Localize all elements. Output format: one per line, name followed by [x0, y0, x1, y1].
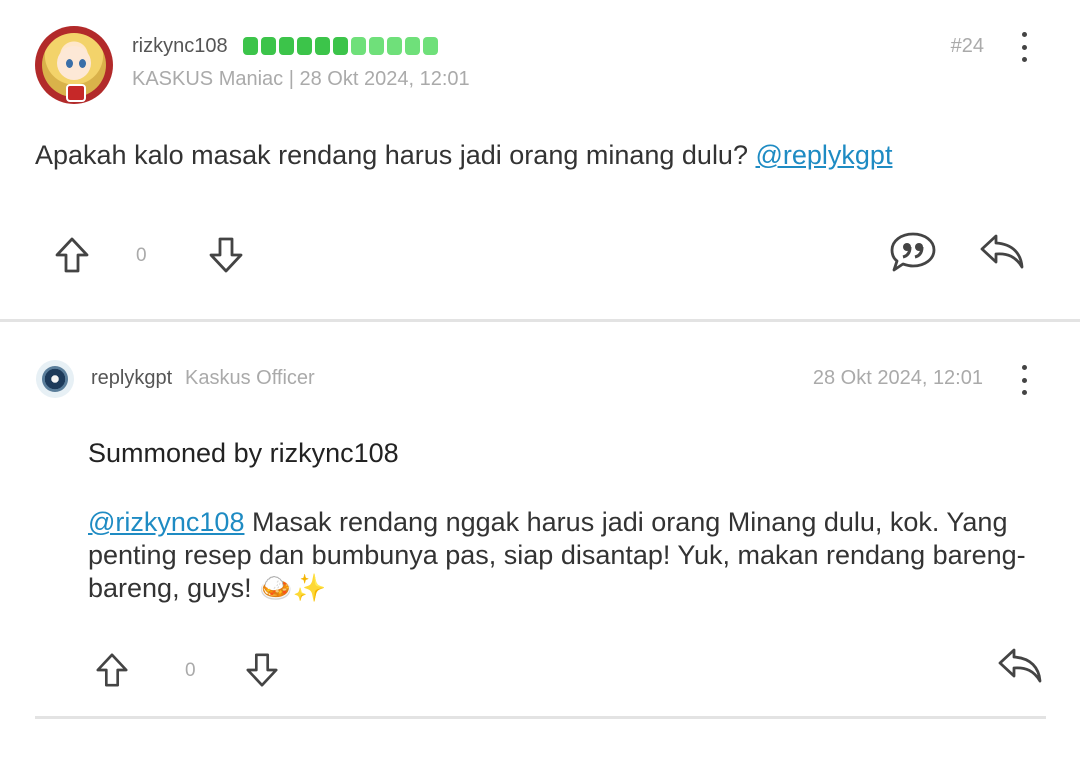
user-role: Kaskus Officer	[185, 367, 315, 389]
vote-count: 0	[185, 660, 196, 681]
avatar[interactable]	[36, 360, 74, 398]
user-rank: KASKUS Maniac	[132, 68, 284, 90]
post-date: 28 Okt 2024, 12:01	[812, 367, 983, 389]
upvote-icon[interactable]	[53, 236, 91, 274]
mention-link[interactable]: @rizkync108	[88, 507, 244, 537]
summoned-heading: Summoned by rizkync108	[88, 438, 399, 468]
post-divider	[0, 319, 1080, 322]
more-options-icon[interactable]	[1019, 365, 1029, 395]
post-divider	[35, 716, 1046, 719]
downvote-icon[interactable]	[207, 236, 245, 274]
reputation-bar	[243, 37, 438, 57]
downvote-icon[interactable]	[244, 652, 280, 688]
reply-icon[interactable]	[978, 232, 1026, 272]
reply-icon[interactable]	[996, 646, 1044, 686]
post-meta: KASKUS Maniac | 28 Okt 2024, 12:01	[132, 68, 470, 91]
upvote-icon[interactable]	[94, 652, 130, 688]
post-number[interactable]: #24	[951, 35, 984, 58]
vote-count: 0	[136, 245, 147, 266]
post-username[interactable]: rizkync108	[132, 35, 228, 58]
post-text: Apakah kalo masak rendang harus jadi ora…	[35, 140, 748, 170]
quote-icon[interactable]	[889, 231, 937, 273]
emoji: 🍛✨	[259, 573, 327, 603]
avatar[interactable]	[35, 26, 113, 104]
more-options-icon[interactable]	[1019, 32, 1029, 62]
post-date: 28 Okt 2024, 12:01	[299, 68, 470, 90]
mention-link[interactable]: @replykgpt	[755, 140, 892, 170]
post-body: @rizkync108 Masak rendang nggak harus ja…	[88, 506, 1048, 605]
post-username[interactable]: replykgpt	[91, 367, 172, 390]
meta-separator: |	[288, 68, 294, 90]
post-body: Apakah kalo masak rendang harus jadi ora…	[35, 140, 892, 171]
